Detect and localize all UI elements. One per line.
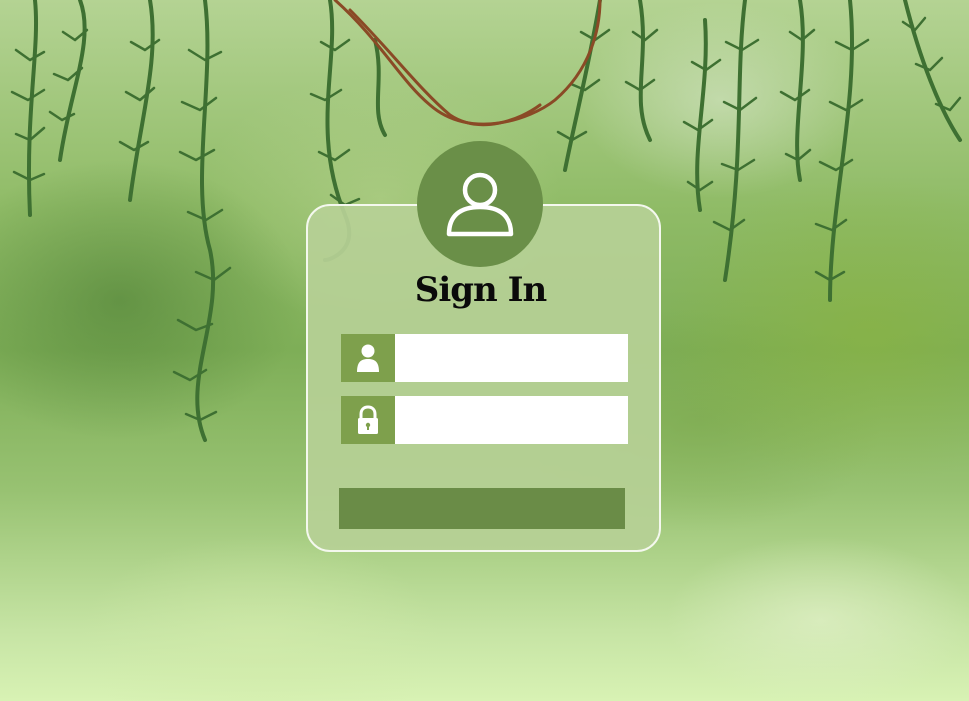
user-outline-icon <box>446 172 514 237</box>
username-field-group <box>341 334 628 382</box>
avatar <box>417 141 543 267</box>
password-icon-box <box>341 396 395 444</box>
user-icon <box>357 344 379 372</box>
username-input[interactable] <box>395 334 628 382</box>
username-icon-box <box>341 334 395 382</box>
lock-icon <box>358 405 378 434</box>
password-input[interactable] <box>395 396 628 444</box>
page-title: Sign In <box>414 270 547 310</box>
sign-in-button[interactable] <box>339 488 625 529</box>
password-field-group <box>341 396 628 444</box>
